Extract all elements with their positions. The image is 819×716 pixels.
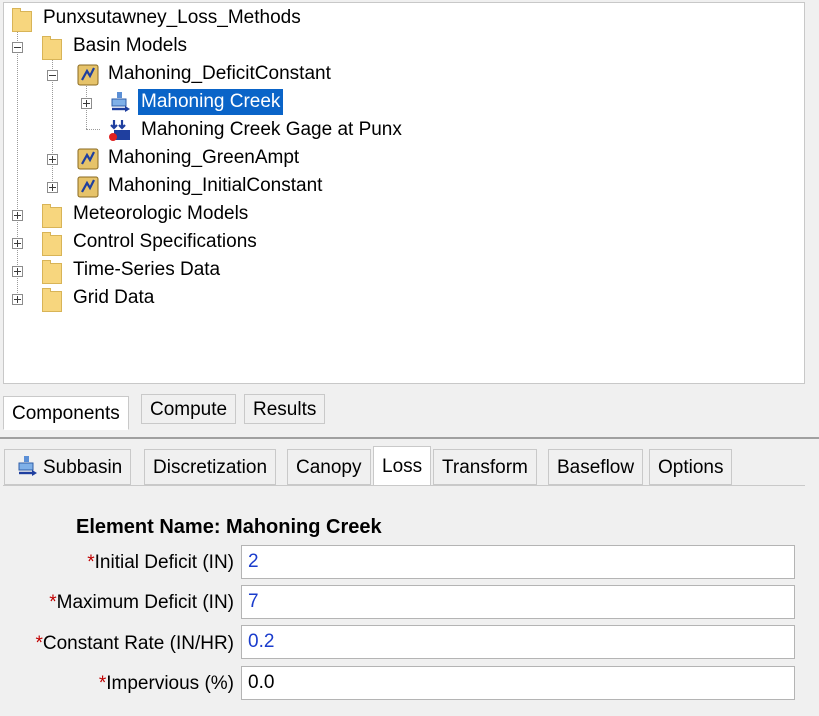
maximum-deficit-input[interactable] [241,585,795,619]
initial-deficit-label: *Initial Deficit (IN) [87,552,234,574]
tab-label: Subbasin [43,457,123,478]
required-mark: * [49,592,57,613]
initial-deficit-input[interactable] [241,545,795,579]
impervious-label: *Impervious (%) [99,673,234,695]
required-mark: * [87,552,95,573]
folder-icon [42,36,62,60]
constant-rate-input[interactable] [241,625,795,659]
tree-node-label: Mahoning Creek Gage at Punx [141,119,402,140]
split-pane-divider[interactable] [0,437,819,439]
expand-icon[interactable] [12,266,23,277]
folder-icon [42,288,62,312]
loss-form: Element Name: Mahoning Creek *Initial De… [3,485,805,716]
expand-icon[interactable] [81,98,92,109]
expand-icon[interactable] [12,238,23,249]
expand-icon[interactable] [47,182,58,193]
tab-options[interactable]: Options [649,449,733,485]
field-label: Constant Rate (IN/HR) [42,633,234,654]
subbasin-icon [111,92,130,112]
tab-discretization[interactable]: Discretization [144,449,277,485]
element-name-label: Element Name: Mahoning Creek [76,516,382,538]
tab-compute[interactable]: Compute [141,394,237,424]
tree-node-label: Mahoning_InitialConstant [108,175,323,196]
tree-node-label: Control Specifications [73,231,257,252]
maximum-deficit-label: *Maximum Deficit (IN) [49,592,234,614]
expand-icon[interactable] [47,154,58,165]
constant-rate-label: *Constant Rate (IN/HR) [35,633,234,655]
collapse-icon[interactable] [12,42,23,53]
field-label: Initial Deficit (IN) [94,552,234,573]
tree-node-label: Mahoning_DeficitConstant [108,63,331,84]
folder-icon [42,232,62,256]
tab-baseflow[interactable]: Baseflow [548,449,644,485]
impervious-input[interactable] [241,666,795,700]
tree-node-label: Mahoning_GreenAmpt [108,147,300,168]
tab-components[interactable]: Components [3,396,129,430]
folder-icon [12,8,32,32]
folder-icon [42,260,62,284]
expand-icon[interactable] [12,294,23,305]
basin-model-icon [77,176,99,198]
tab-loss[interactable]: Loss [373,446,432,486]
tree-connector [17,27,18,299]
tab-subbasin[interactable]: Subbasin [4,449,132,485]
subbasin-icon [18,456,37,476]
basin-model-icon [77,148,99,170]
field-label: Impervious (%) [106,673,234,694]
collapse-icon[interactable] [47,70,58,81]
tree-node-label: Punxsutawney_Loss_Methods [43,7,301,28]
tree-node-label: Grid Data [73,287,155,308]
sink-icon [109,120,130,141]
tree-node-label: Meteorologic Models [73,203,249,224]
folder-icon [42,204,62,228]
expand-icon[interactable] [12,210,23,221]
basin-model-icon [77,64,99,86]
tab-transform[interactable]: Transform [433,449,537,485]
field-label: Maximum Deficit (IN) [56,592,234,613]
tree-node-label: Time-Series Data [73,259,221,280]
tree-node-label: Mahoning Creek [138,89,284,115]
tab-results[interactable]: Results [244,394,326,424]
tree-connector [86,129,100,130]
component-tree[interactable]: Punxsutawney_Loss_Methods Basin Models M… [3,2,805,384]
tab-canopy[interactable]: Canopy [287,449,371,485]
tree-node-label: Basin Models [73,35,188,56]
required-mark: * [35,633,43,654]
